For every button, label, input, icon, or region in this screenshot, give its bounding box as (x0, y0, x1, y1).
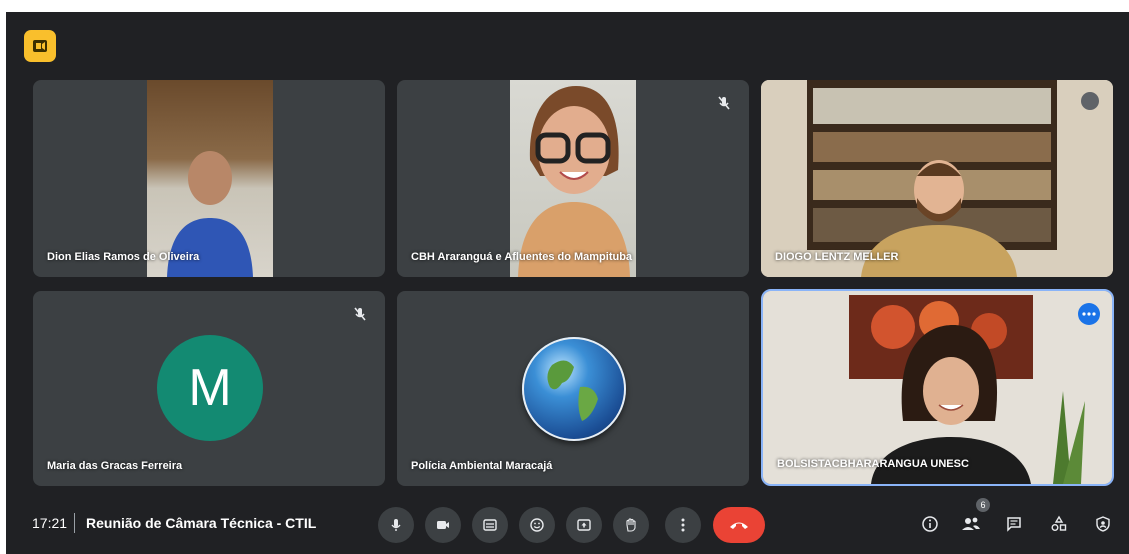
info-icon[interactable] (916, 510, 944, 538)
participant-tile-active[interactable]: BOLSISTACBHARARANGUA UNESC (761, 289, 1114, 486)
raise-hand-icon[interactable] (613, 507, 649, 543)
participant-video (763, 291, 1112, 484)
mic-off-icon (354, 307, 366, 321)
mic-icon[interactable] (378, 507, 414, 543)
captions-icon[interactable] (472, 507, 508, 543)
people-count-badge: 6 (976, 498, 990, 512)
participant-video (147, 80, 273, 277)
globe-avatar-image (522, 337, 626, 441)
window-left-border (0, 0, 6, 554)
participant-avatar: M (157, 335, 263, 441)
participant-option-icon[interactable] (1081, 92, 1099, 110)
participant-tile[interactable]: DIOGO LENTZ MELLER (761, 80, 1113, 277)
participant-name: CBH Araranguá e Afluentes do Mampituba (411, 251, 633, 263)
mic-off-icon (718, 96, 730, 110)
end-call-icon[interactable] (713, 507, 765, 543)
participant-name: DIOGO LENTZ MELLER (775, 251, 899, 263)
participant-name: Maria das Gracas Ferreira (47, 460, 183, 472)
present-icon[interactable] (566, 507, 602, 543)
host-controls-icon[interactable] (1089, 510, 1117, 538)
meeting-title: Reunião de Câmara Técnica - CTIL (86, 515, 317, 531)
activities-icon[interactable] (1045, 510, 1073, 538)
window-top-border (0, 0, 1129, 12)
people-icon[interactable] (957, 510, 985, 538)
more-options-icon[interactable] (1078, 303, 1100, 325)
bottom-control-bar: 17:21 Reunião de Câmara Técnica - CTIL 6 (0, 496, 1129, 554)
chat-icon[interactable] (1000, 510, 1028, 538)
camera-icon[interactable] (425, 507, 461, 543)
participant-name: BOLSISTACBHARARANGUA UNESC (777, 458, 969, 470)
meeting-time: 17:21 (32, 515, 68, 531)
participant-video (510, 80, 636, 277)
participant-tile[interactable]: Dion Elias Ramos de Oliveira (33, 80, 385, 277)
participant-tile[interactable]: CBH Araranguá e Afluentes do Mampituba (397, 80, 749, 277)
participant-name: Polícia Ambiental Maracajá (411, 460, 553, 472)
meeting-separator (74, 513, 75, 533)
more-options-icon[interactable] (665, 507, 701, 543)
participant-video (761, 80, 1113, 277)
participant-name: Dion Elias Ramos de Oliveira (47, 251, 200, 263)
emoji-icon[interactable] (519, 507, 555, 543)
meeting-app-icon[interactable] (24, 30, 56, 62)
